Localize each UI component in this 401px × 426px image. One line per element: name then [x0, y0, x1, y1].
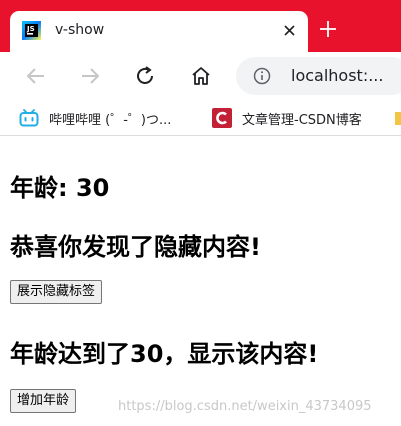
info-icon[interactable] [253, 67, 271, 85]
show-hidden-button[interactable]: 展示隐藏标签 [10, 280, 103, 304]
new-tab-icon[interactable] [318, 19, 338, 39]
browser-tab[interactable]: JS v-show [10, 11, 308, 52]
address-bar[interactable]: localhost:... [236, 57, 401, 95]
folder-icon [395, 112, 401, 125]
webstorm-icon: JS [22, 21, 41, 40]
bookmark-csdn[interactable]: 文章管理-CSDN博客 [212, 106, 382, 130]
csdn-icon [212, 108, 232, 128]
bookmark-bilibili[interactable]: 哔哩哔哩 (゜-゜)つ... [19, 106, 194, 130]
browser-toolbar: localhost:... [0, 52, 401, 100]
tab-strip: JS v-show [0, 0, 401, 52]
bilibili-icon [19, 109, 39, 127]
bookmark-folder[interactable] [394, 106, 401, 130]
watermark: https://blog.csdn.net/weixin_43734095 [118, 399, 372, 414]
close-icon[interactable] [282, 23, 297, 38]
age-heading: 年龄: 30 [10, 174, 110, 202]
add-age-button[interactable]: 增加年龄 [10, 389, 77, 413]
back-arrow-icon[interactable] [24, 64, 48, 88]
bookmark-label: 哔哩哔哩 (゜-゜)つ... [49, 113, 172, 128]
forward-arrow-icon[interactable] [78, 64, 102, 88]
tab-title: v-show [55, 22, 105, 38]
url-text: localhost:... [291, 66, 384, 85]
age-reached-heading: 年龄达到了30，显示该内容! [10, 340, 319, 368]
svg-text:JS: JS [26, 25, 35, 33]
reload-icon[interactable] [133, 64, 157, 88]
bookmarks-bar: 哔哩哔哩 (゜-゜)つ... 文章管理-CSDN博客 [0, 100, 401, 136]
home-icon[interactable] [189, 64, 213, 88]
hidden-content-heading: 恭喜你发现了隐藏内容! [10, 233, 261, 261]
bookmark-label: 文章管理-CSDN博客 [242, 113, 362, 128]
page-content: 年龄: 30 恭喜你发现了隐藏内容! 展示隐藏标签 年龄达到了30，显示该内容!… [0, 137, 401, 426]
